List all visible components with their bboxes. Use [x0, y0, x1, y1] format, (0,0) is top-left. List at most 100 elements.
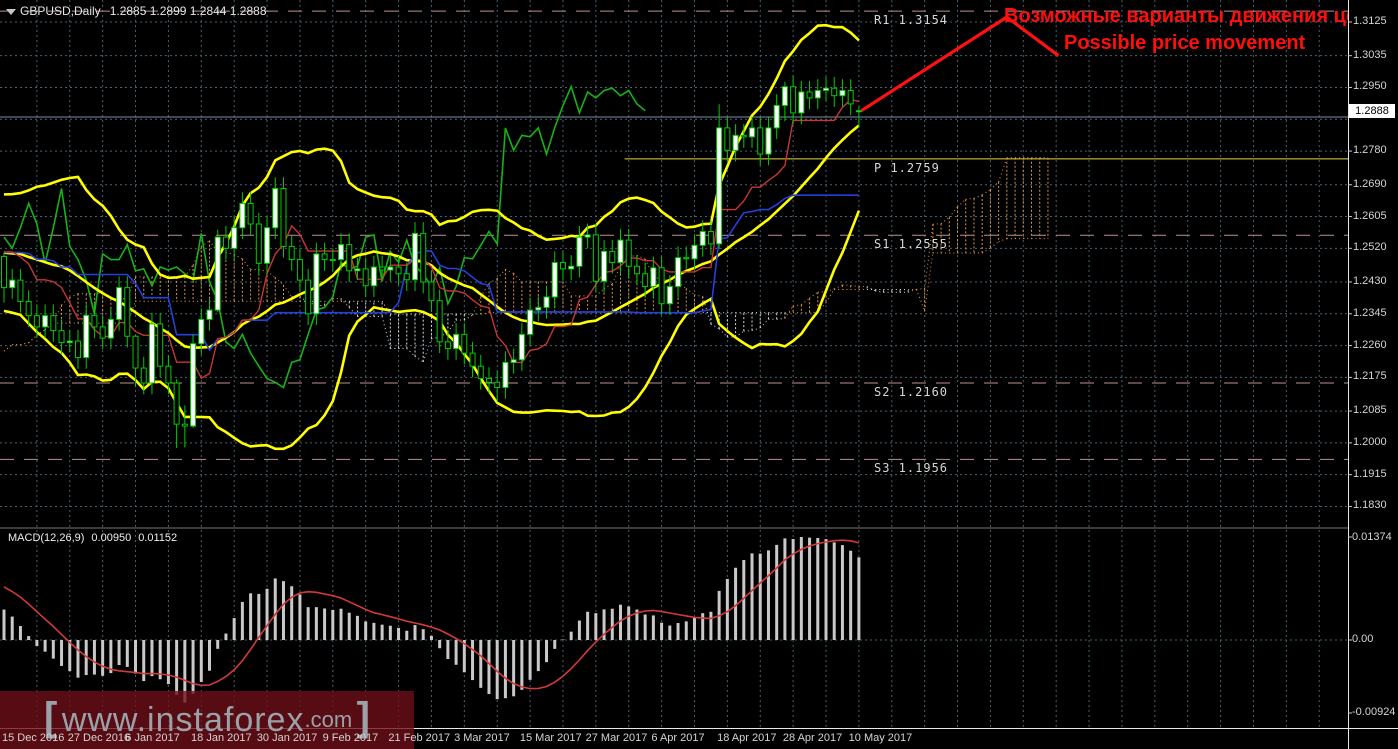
candle-body — [577, 237, 582, 266]
price-axis-label: 1.2345 — [1353, 307, 1387, 319]
chart-canvas[interactable] — [0, 0, 1398, 749]
date-axis-label: 3 Mar 2017 — [454, 732, 510, 744]
grid — [0, 0, 1348, 528]
candle-body — [215, 237, 220, 310]
candle-body — [717, 128, 722, 244]
candle-body — [256, 224, 261, 263]
candle-body — [404, 274, 409, 280]
candle-body — [133, 336, 138, 368]
macd-axis-label-bottom: -0.00924 — [1352, 706, 1395, 718]
price-axis-label: 1.1915 — [1353, 468, 1387, 480]
candle-body — [355, 269, 360, 271]
pivot-level-label: R1 1.3154 — [874, 13, 948, 27]
candle-body — [330, 260, 335, 261]
candle-body — [552, 263, 557, 297]
date-axis-label: 9 Feb 2017 — [323, 732, 379, 744]
candle-body — [413, 233, 418, 279]
candle-body — [248, 203, 253, 224]
candle-body — [380, 267, 385, 270]
macd-axis-label-zero: 0.00 — [1352, 633, 1373, 645]
candle-body — [643, 274, 648, 287]
date-axis-label: 30 Jan 2017 — [257, 732, 318, 744]
candle-body — [2, 257, 7, 288]
candle-body — [199, 319, 204, 343]
candle-body — [67, 341, 72, 342]
candle-body — [840, 90, 845, 95]
candle-body — [281, 188, 286, 246]
candle-body — [667, 286, 672, 303]
annotation-russian: Возможные варианты движения цен — [1004, 5, 1348, 28]
candle-body — [684, 258, 689, 259]
candle-body — [454, 334, 459, 348]
candle-body — [585, 235, 590, 237]
candle-body — [273, 188, 278, 227]
candle-body — [634, 266, 639, 273]
candle-body — [725, 128, 730, 150]
candle-body — [34, 316, 39, 327]
candle-body — [26, 301, 31, 315]
candle-body — [741, 135, 746, 136]
macd-axis-label-top: 0.01374 — [1352, 531, 1392, 543]
candle-body — [371, 267, 376, 286]
candle-body — [43, 316, 48, 327]
price-axis-label: 1.3125 — [1353, 15, 1387, 27]
candle-body — [232, 228, 237, 249]
candle-body — [536, 307, 541, 310]
candle-body — [265, 228, 270, 264]
candle-body — [799, 92, 804, 113]
candle-body — [51, 316, 56, 331]
candle-body — [421, 233, 426, 282]
candle-body — [659, 268, 664, 304]
candle-body — [486, 379, 491, 383]
date-axis-label: 6 Apr 2017 — [651, 732, 704, 744]
date-axis-label: 21 Feb 2017 — [388, 732, 450, 744]
candle-body — [289, 246, 294, 259]
candle-body — [511, 360, 516, 363]
candle-body — [503, 362, 508, 387]
date-axis-label: 18 Jan 2017 — [191, 732, 252, 744]
candle-body — [519, 334, 524, 359]
candle-body — [339, 245, 344, 260]
candle-body — [322, 254, 327, 260]
candle-body — [117, 288, 122, 320]
candle-body — [610, 251, 615, 262]
macd-indicator-label: MACD(12,26,9)0.009500.01152 — [8, 532, 184, 544]
candle-body — [149, 324, 154, 383]
candle-body — [528, 310, 533, 334]
candle-body — [445, 342, 450, 349]
price-axis-label: 1.2085 — [1353, 404, 1387, 416]
candle-body — [363, 269, 368, 286]
candle-body — [700, 231, 705, 245]
candle-body — [297, 260, 302, 281]
candle-body — [626, 240, 631, 266]
candle-body — [141, 368, 146, 383]
candle-body — [750, 128, 755, 137]
candle-body — [824, 88, 829, 90]
candle-body — [191, 344, 196, 426]
candle-body — [158, 324, 163, 366]
candle-body — [174, 383, 179, 424]
pivot-level-label: P 1.2759 — [874, 161, 940, 175]
candle-body — [593, 235, 598, 281]
candle-body — [544, 297, 549, 307]
candle-body — [791, 87, 796, 113]
pivot-level-label: S3 1.1956 — [874, 461, 948, 475]
candle-body — [18, 280, 23, 301]
candle-body — [388, 267, 393, 270]
candle-body — [314, 254, 319, 314]
date-axis-label: 27 Dec 2016 — [68, 732, 130, 744]
date-axis-label: 10 May 2017 — [849, 732, 913, 744]
candle-body — [470, 353, 475, 366]
price-axis-label: 1.2950 — [1353, 80, 1387, 92]
candle-body — [75, 341, 80, 357]
main-panel — [0, 0, 1348, 528]
candle-body — [766, 128, 771, 154]
price-axis-label: 1.2780 — [1353, 144, 1387, 156]
candle-body — [100, 327, 105, 338]
candle-body — [182, 424, 187, 426]
candle-body — [832, 88, 837, 95]
candle-body — [207, 310, 212, 319]
price-axis-label: 1.1830 — [1353, 499, 1387, 511]
candle-body — [676, 258, 681, 287]
price-axis-label: 1.2520 — [1353, 241, 1387, 253]
